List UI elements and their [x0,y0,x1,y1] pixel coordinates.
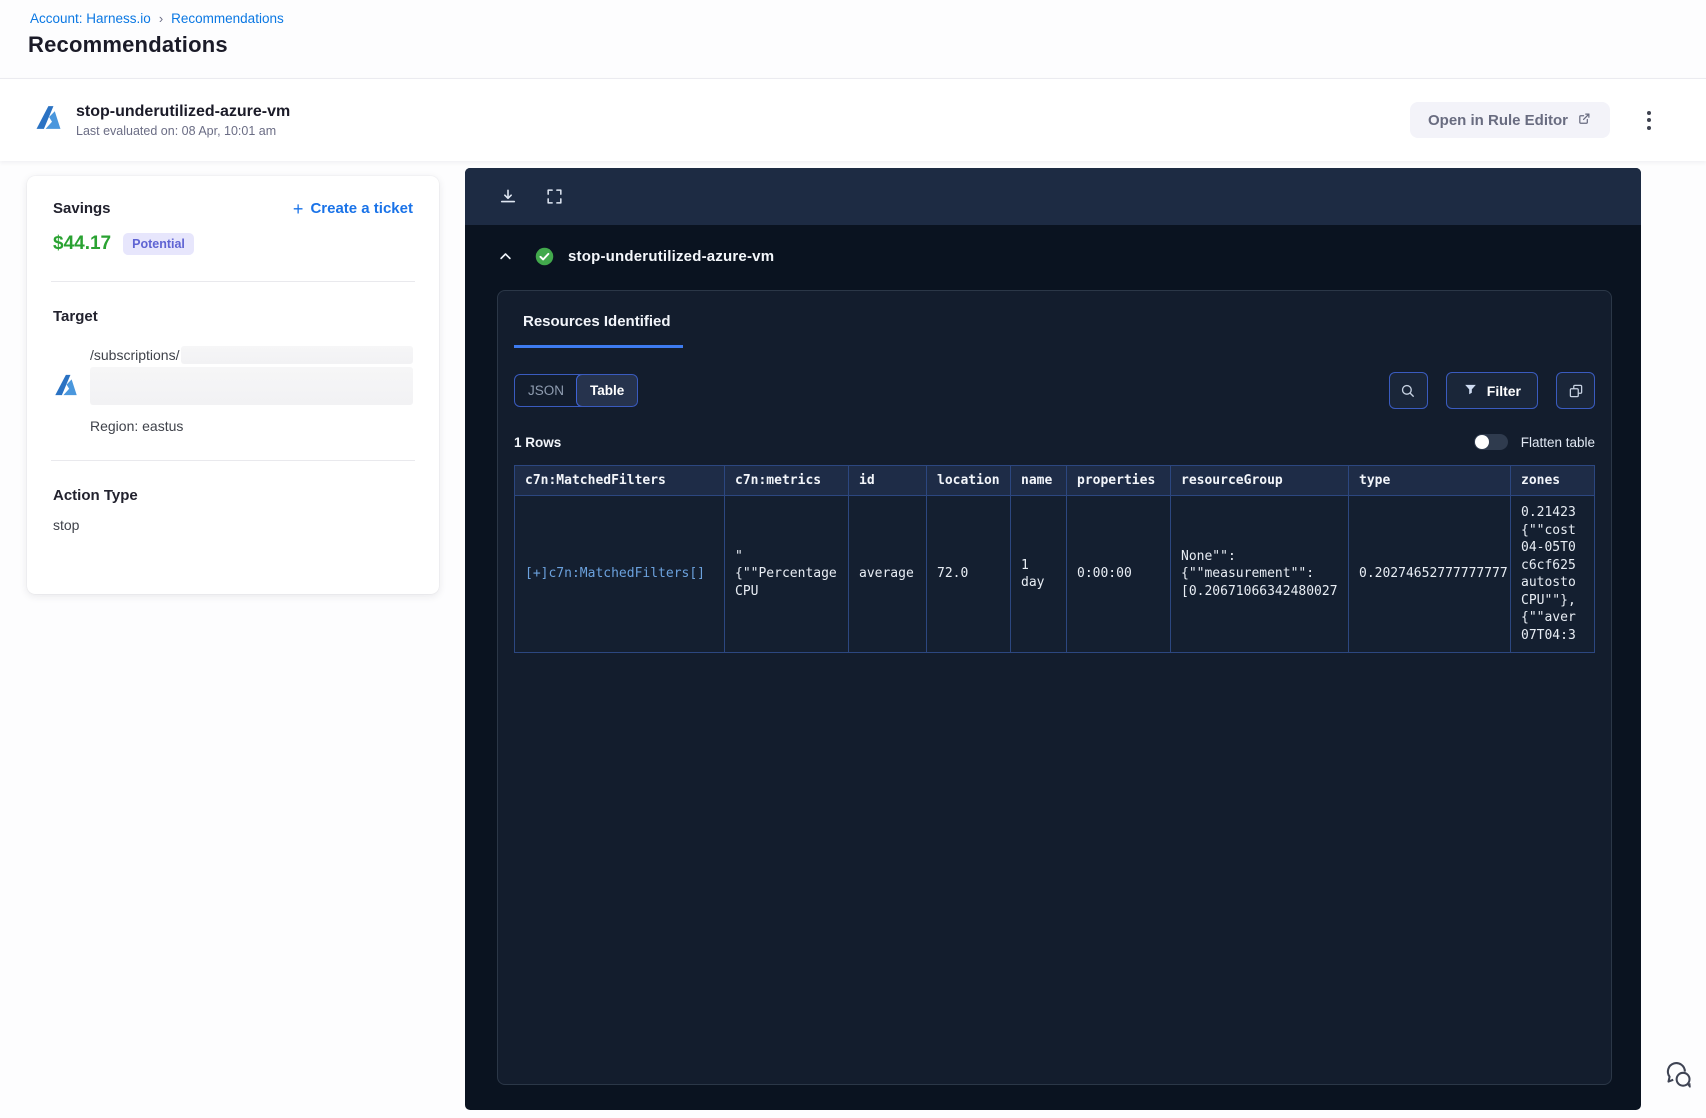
table-row: [+]c7n:MatchedFilters[] " {""Percentage … [514,494,1595,654]
action-type-label: Action Type [53,487,138,504]
resources-table: c7n:MatchedFilters c7n:metrics id locati… [514,465,1595,654]
table-cell: None"": {""measurement"": [0.20671066342… [1170,494,1349,654]
potential-badge: Potential [123,233,194,255]
panel-toolbar [465,168,1641,225]
table-cell: " {""Percentage CPU [724,494,849,654]
breadcrumb-separator: › [158,11,164,26]
redacted-text [181,346,413,364]
resources-card: Resources Identified JSON Table Filter 1… [497,290,1612,1085]
panel-rule-name: stop-underutilized-azure-vm [568,248,775,265]
evaluation-results-panel: stop-underutilized-azure-vm Resources Id… [465,168,1641,1110]
redacted-text [90,367,413,405]
column-header: name [1010,465,1067,496]
breadcrumb: Account: Harness.io › Recommendations [30,11,284,26]
filter-button[interactable]: Filter [1445,372,1538,409]
recommendation-header: stop-underutilized-azure-vm Last evaluat… [0,78,1706,161]
check-circle-icon [534,246,555,267]
column-header: c7n:metrics [724,465,849,496]
more-options-icon[interactable] [1632,103,1666,137]
table-cell: 1 day [1010,494,1067,654]
matched-filters-expand-link[interactable]: [+]c7n:MatchedFilters[] [525,566,705,581]
external-link-icon [1577,111,1592,130]
rule-name: stop-underutilized-azure-vm [76,102,291,120]
target-region: Region: eastus [90,418,184,434]
target-path: /subscriptions/ [90,347,180,363]
flatten-table-label: Flatten table [1520,434,1595,450]
column-header: location [926,465,1011,496]
flatten-table-toggle[interactable] [1473,434,1508,450]
page-title: Recommendations [28,32,228,57]
table-header-row: c7n:MatchedFilters c7n:metrics id locati… [514,465,1595,496]
plus-icon: + [292,198,304,219]
action-type-value: stop [53,517,80,533]
table-cell: average [848,494,927,654]
azure-icon [34,103,63,137]
chat-icon[interactable] [1660,1058,1694,1095]
column-header: zones [1510,465,1595,496]
column-header: id [848,465,927,496]
search-icon[interactable] [1388,372,1428,409]
azure-icon [53,374,79,402]
filter-icon [1463,382,1478,400]
filter-label: Filter [1486,382,1521,399]
column-header: c7n:MatchedFilters [514,465,725,496]
savings-label: Savings [53,200,111,217]
tab-resources-identified[interactable]: Resources Identified [514,313,683,348]
column-header: type [1348,465,1511,496]
download-icon[interactable] [498,187,518,207]
table-cell: 72.0 [926,494,1011,654]
last-evaluated-text: Last evaluated on: 08 Apr, 10:01 am [76,123,277,138]
view-table-button[interactable]: Table [576,375,638,406]
breadcrumb-account-link[interactable]: Account: Harness.io [30,11,151,26]
recommendation-details-card: Savings + Create a ticket $44.17 Potenti… [27,176,439,594]
create-ticket-label: Create a ticket [310,200,413,217]
table-cell: 0.20274652777777777 [1348,494,1511,654]
column-header: properties [1066,465,1171,496]
table-cell: 0:00:00 [1066,494,1171,654]
column-header: resourceGroup [1170,465,1349,496]
savings-amount: $44.17 [53,233,112,254]
breadcrumb-recommendations-link[interactable]: Recommendations [171,11,284,26]
copy-icon[interactable] [1556,372,1595,409]
chevron-up-icon[interactable] [498,249,513,264]
target-label: Target [53,308,98,325]
view-mode-toggle: JSON Table [514,374,639,407]
open-rule-editor-label: Open in Rule Editor [1427,111,1568,129]
view-json-button[interactable]: JSON [515,375,577,406]
rows-count: 1 Rows [514,434,562,450]
open-rule-editor-button[interactable]: Open in Rule Editor [1409,102,1610,138]
fullscreen-icon[interactable] [545,187,564,206]
create-ticket-button[interactable]: + Create a ticket [292,198,413,219]
table-cell: 0.21423 {""cost 04-05T0 c6cf625 autosto … [1510,494,1595,654]
